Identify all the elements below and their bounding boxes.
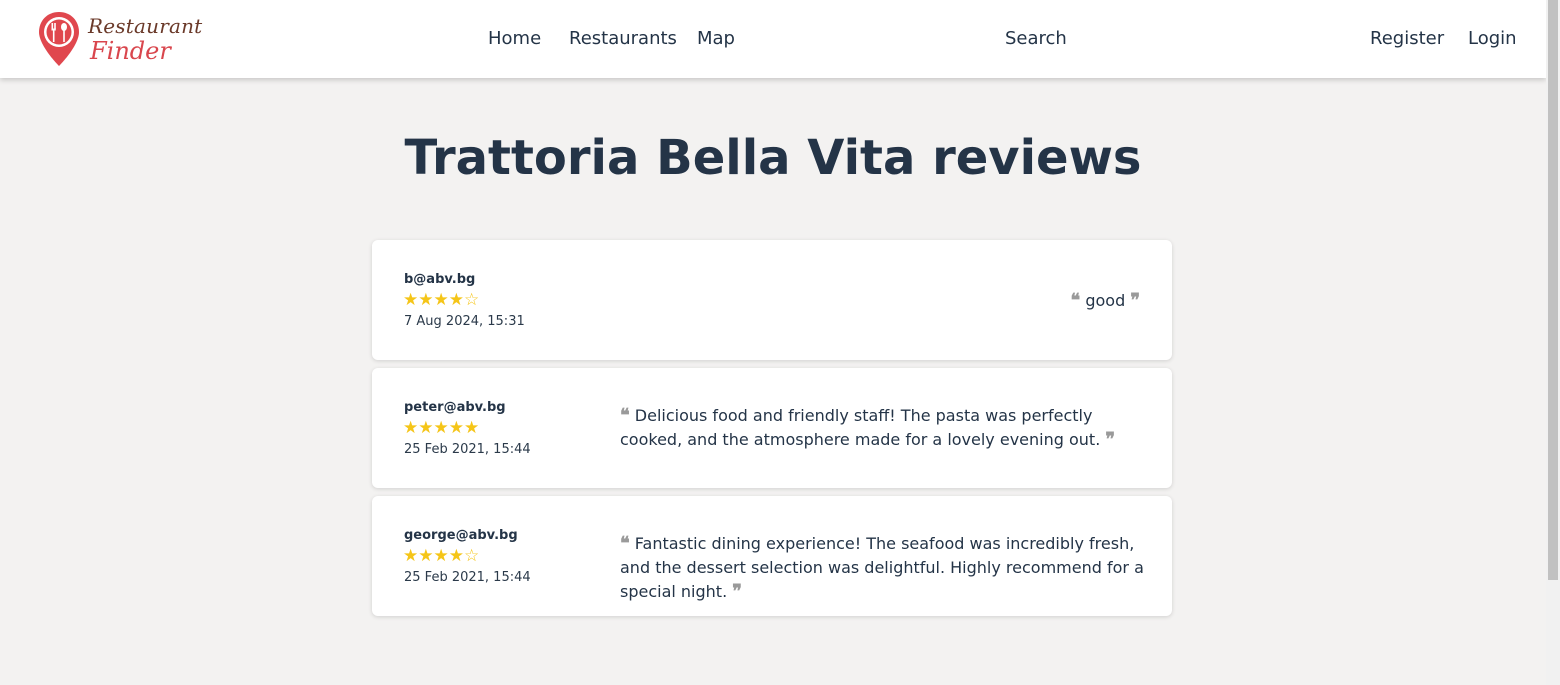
star-empty-icon: ☆ [464, 546, 480, 566]
page-title: Trattoria Bella Vita reviews [404, 130, 1142, 186]
review-text-block: ❝ good ❞ [1071, 290, 1140, 311]
star-filled-icon: ★ [403, 418, 419, 438]
star-filled-icon: ★ [403, 290, 419, 310]
close-quote-icon: ❞ [1130, 290, 1140, 311]
review-text: Fantastic dining experience! The seafood… [620, 534, 1144, 601]
map-pin-fork-spoon-icon [39, 12, 79, 66]
reviewer-email: george@abv.bg [404, 528, 518, 543]
star-rating: ★★★★☆ [403, 291, 479, 309]
star-filled-icon: ★ [418, 418, 434, 438]
star-filled-icon: ★ [448, 418, 464, 438]
review-text-block: ❝ Fantastic dining experience! The seafo… [620, 532, 1150, 604]
open-quote-icon: ❝ [1070, 290, 1081, 311]
reviewer-email: b@abv.bg [404, 272, 476, 287]
star-filled-icon: ★ [433, 290, 449, 310]
restaurant-finder-logo[interactable]: Restaurant Finder [36, 10, 202, 70]
star-filled-icon: ★ [418, 290, 434, 310]
star-filled-icon: ★ [418, 546, 434, 566]
nav-register-link[interactable]: Register [1370, 28, 1444, 50]
star-filled-icon: ★ [433, 546, 449, 566]
reviewer-email: peter@abv.bg [404, 400, 506, 415]
open-quote-icon: ❝ [620, 405, 630, 426]
nav-search-link[interactable]: Search [1005, 28, 1067, 50]
logo-text-restaurant: Restaurant [88, 14, 203, 38]
star-filled-icon: ★ [464, 418, 480, 438]
star-filled-icon: ★ [448, 546, 464, 566]
review-text-block: ❝ Delicious food and friendly staff! The… [620, 404, 1150, 452]
review-card: peter@abv.bg ★★★★★ 25 Feb 2021, 15:44 ❝ … [372, 368, 1172, 488]
open-quote-icon: ❝ [620, 533, 630, 554]
review-card: george@abv.bg ★★★★☆ 25 Feb 2021, 15:44 ❝… [372, 496, 1172, 616]
review-card: b@abv.bg ★★★★☆ 7 Aug 2024, 15:31 ❝ good … [372, 240, 1172, 360]
close-quote-icon: ❞ [732, 581, 742, 602]
review-date: 25 Feb 2021, 15:44 [404, 442, 531, 457]
top-navbar: Restaurant Finder Home Restaurants Map S… [0, 0, 1546, 78]
nav-home-link[interactable]: Home [488, 28, 541, 50]
scrollbar-thumb[interactable] [1548, 0, 1558, 580]
nav-login-link[interactable]: Login [1468, 28, 1517, 50]
star-filled-icon: ★ [403, 546, 419, 566]
review-date: 7 Aug 2024, 15:31 [404, 314, 525, 329]
star-filled-icon: ★ [448, 290, 464, 310]
review-date: 25 Feb 2021, 15:44 [404, 570, 531, 585]
logo-text-finder: Finder [90, 37, 171, 65]
review-text: Delicious food and friendly staff! The p… [620, 406, 1101, 449]
star-empty-icon: ☆ [464, 290, 480, 310]
nav-map-link[interactable]: Map [697, 28, 735, 50]
star-rating: ★★★★☆ [403, 547, 479, 565]
nav-restaurants-link[interactable]: Restaurants [569, 28, 677, 50]
star-rating: ★★★★★ [403, 419, 479, 437]
review-text: good [1085, 291, 1126, 310]
close-quote-icon: ❞ [1105, 429, 1116, 450]
star-filled-icon: ★ [433, 418, 449, 438]
